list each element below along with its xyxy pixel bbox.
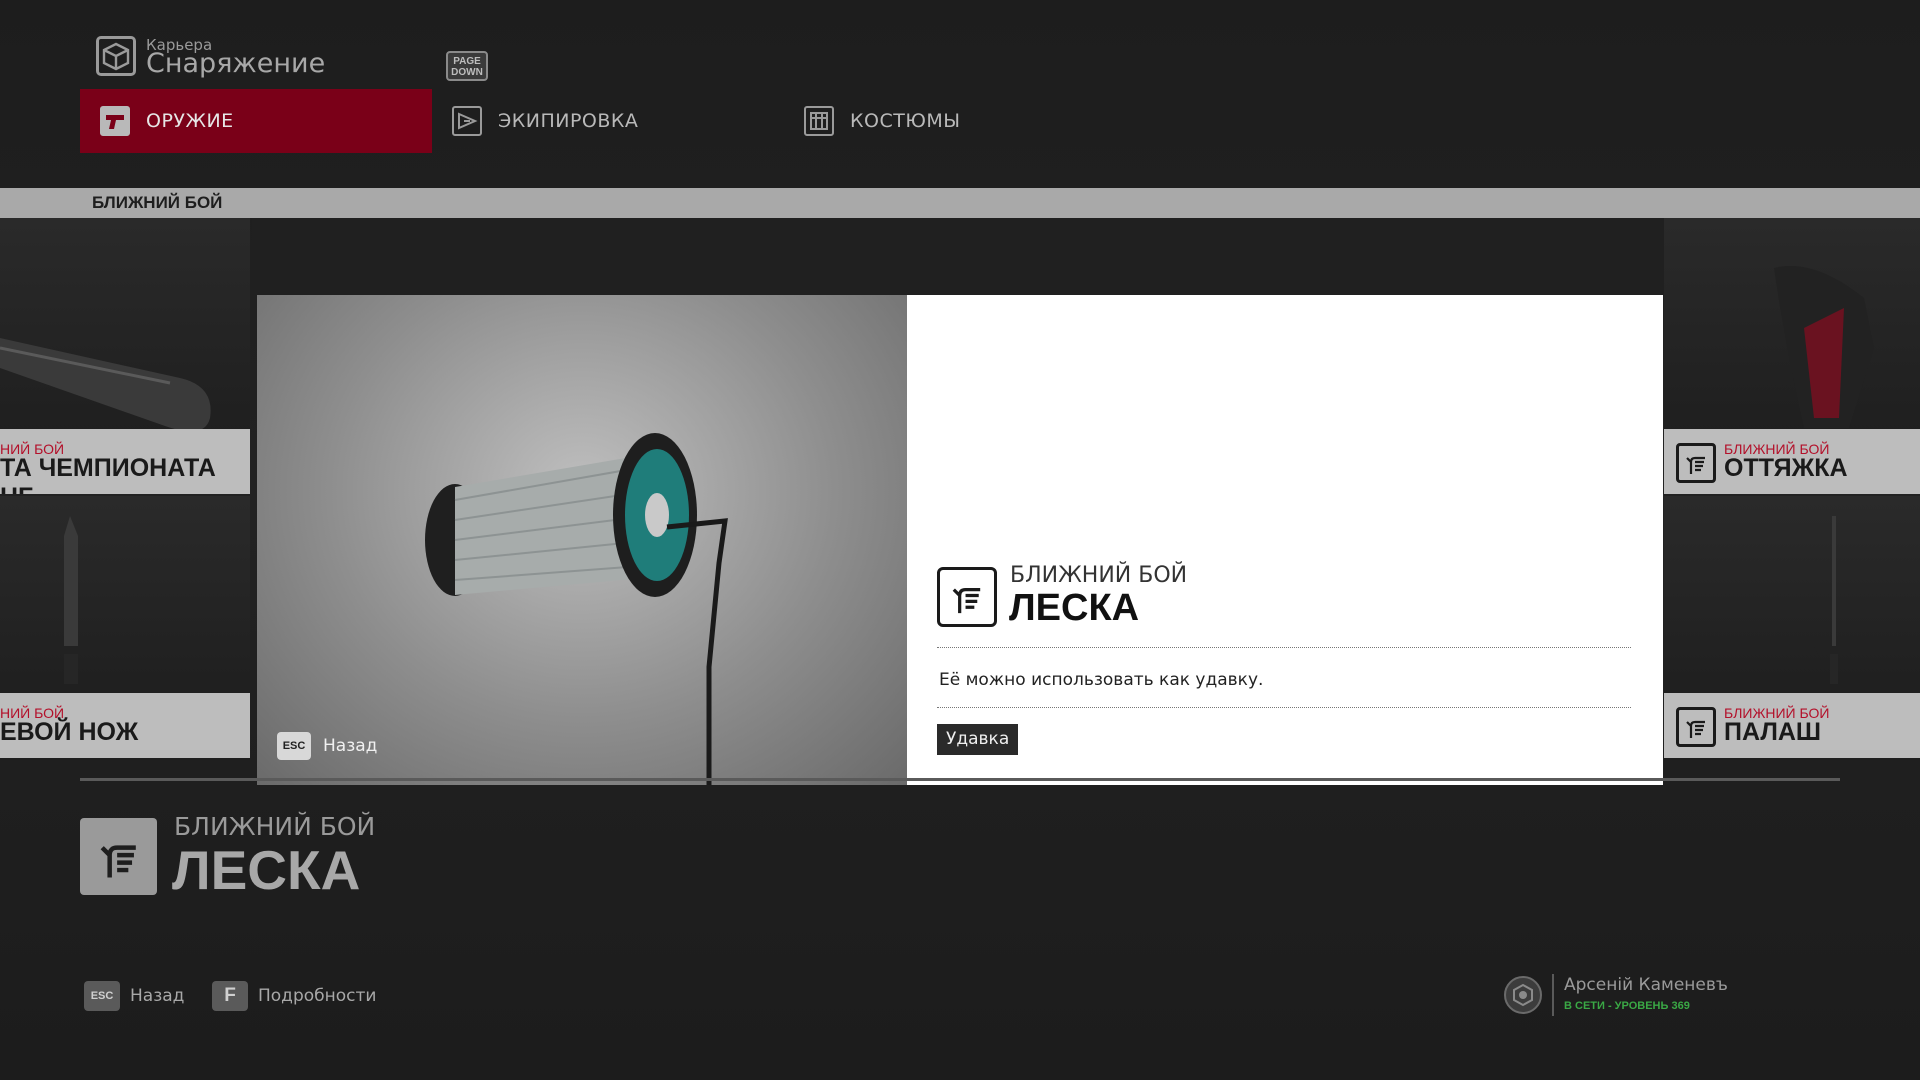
modal-back-label: Назад [323,736,378,756]
selected-item-name: ЛЕСКА [172,839,361,901]
card-name: ОТТЯЖКА [1724,454,1848,482]
card-name: ТА ЧЕМПИОНАТА HF [0,454,216,494]
box-icon [96,36,136,76]
item-category: БЛИЖНИЙ БОЙ [1010,563,1188,588]
item-description: Её можно использовать как удавку. [939,670,1264,690]
broadsword-image [1814,516,1854,684]
gear-icon [452,106,482,136]
profile-status: В СЕТИ - УРОВЕНЬ 369 [1564,1000,1690,1012]
item-card-knife[interactable]: НИЙ БОЙ ЕВОЙ НОЖ [0,496,250,758]
profile-name: Арсеній Каменевъ [1564,975,1728,995]
hand-icon [80,818,157,895]
hand-icon [937,567,997,627]
hand-icon [1676,443,1716,483]
card-name: ПАЛАШ [1724,718,1822,746]
f-key-icon: F [212,981,248,1011]
tab-costumes[interactable]: КОСТЮМЫ [784,89,1136,153]
spool-image [425,433,728,785]
esc-key-icon: ESC [277,732,311,760]
item-tag: Удавка [937,724,1019,755]
page-title: Снаряжение [146,48,326,79]
profile-emblem-icon [1504,976,1542,1014]
tab-costumes-label: КОСТЮМЫ [850,110,961,132]
item-card-broadsword[interactable]: БЛИЖНИЙ БОЙ ПАЛАШ [1664,496,1920,758]
tab-weapons[interactable]: ОРУЖИЕ [80,89,432,153]
modal-back-button[interactable]: ESC Назад [277,732,377,760]
pistol-icon [100,106,130,136]
page-down-label: PAGE DOWN [451,56,483,78]
esc-key-icon: ESC [84,981,120,1011]
details-label: Подробности [258,986,377,1006]
bat-image [0,338,211,432]
divider [937,707,1631,708]
back-button[interactable]: ESC Назад [84,981,184,1011]
card-name: ЕВОЙ НОЖ [0,718,139,746]
page-down-key[interactable]: PAGE DOWN [446,51,488,81]
hand-icon [1676,707,1716,747]
item-card-brace[interactable]: БЛИЖНИЙ БОЙ ОТТЯЖКА [1664,218,1920,494]
tab-equipment-label: ЭКИПИРОВКА [498,110,639,132]
profile-separator [1552,974,1554,1016]
brace-image [1774,266,1874,428]
tab-weapons-label: ОРУЖИЕ [146,110,234,132]
grid-top-strip [252,218,1664,296]
section-divider [80,778,1840,781]
item-preview-image [257,295,907,785]
divider [937,647,1631,648]
suit-icon [804,106,834,136]
item-card-bat[interactable]: НИЙ БОЙ ТА ЧЕМПИОНАТА HF [0,218,250,494]
back-label: Назад [130,986,185,1006]
item-info-panel: БЛИЖНИЙ БОЙ ЛЕСКА Её можно использовать … [907,295,1663,785]
category-header: БЛИЖНИЙ БОЙ [0,188,1920,218]
knife-image [58,516,84,684]
item-name: ЛЕСКА [1009,587,1140,629]
tab-equipment[interactable]: ЭКИПИРОВКА [432,89,784,153]
selected-item-category: БЛИЖНИЙ БОЙ [174,812,376,841]
details-button[interactable]: F Подробности [212,981,376,1011]
